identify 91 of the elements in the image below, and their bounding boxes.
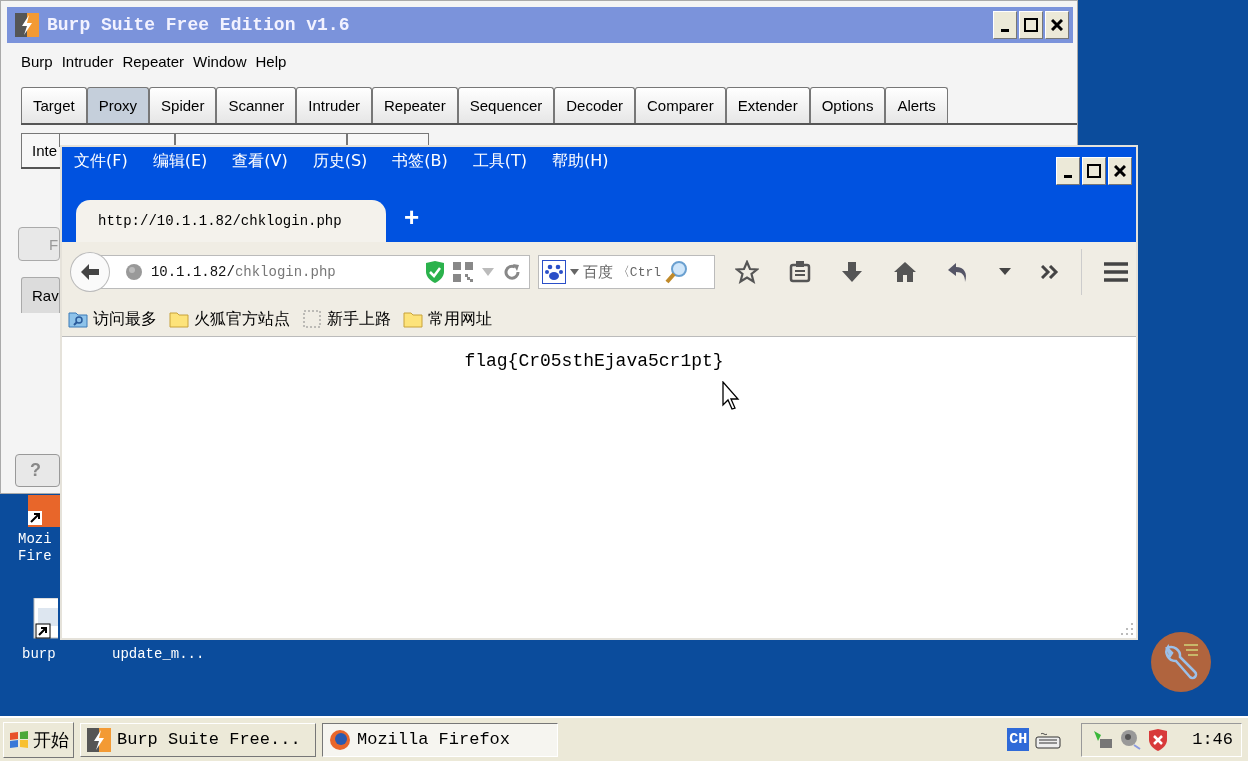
windows-logo-icon xyxy=(8,729,30,750)
network-icon[interactable] xyxy=(1092,728,1115,751)
menu-item[interactable]: 书签(B) xyxy=(392,151,448,172)
chevrons-icon[interactable] xyxy=(1041,265,1059,279)
menu-item[interactable]: Repeater xyxy=(122,53,185,79)
url-text: 10.1.1.82/chklogin.php xyxy=(150,264,336,280)
subtab[interactable]: Inte xyxy=(21,133,59,167)
tab[interactable]: Spider xyxy=(149,87,217,123)
paw-icon[interactable] xyxy=(541,260,566,284)
reading-list-icon[interactable] xyxy=(789,261,811,283)
speaker-icon[interactable] xyxy=(1120,728,1143,751)
folder-icon xyxy=(169,310,189,328)
page-text: flag{Cr05sthEjava5cr1pt} xyxy=(464,351,724,373)
bookmark[interactable]: 访问最多 xyxy=(68,308,157,330)
dropdown-icon[interactable] xyxy=(999,268,1011,276)
bookmark[interactable]: 新手上路 xyxy=(302,308,391,330)
shield-icon[interactable] xyxy=(1148,728,1169,751)
taskbar-button[interactable]: Burp Suite Free... xyxy=(80,722,316,757)
tab[interactable]: Decoder xyxy=(554,87,635,123)
search-folder-icon xyxy=(68,310,88,328)
tab[interactable]: Intruder xyxy=(296,87,372,123)
shield-icon xyxy=(424,261,445,283)
new-tab-button[interactable]: + xyxy=(398,201,426,234)
clock: 1:46 xyxy=(1192,730,1233,749)
desktop-icon-label[interactable]: burp xyxy=(22,646,56,663)
close-button[interactable] xyxy=(1045,11,1069,39)
menu-item[interactable]: 历史(S) xyxy=(312,151,368,172)
tab[interactable]: Proxy xyxy=(86,87,150,123)
menu-item[interactable]: Window xyxy=(193,53,247,79)
wrench-icon[interactable] xyxy=(1150,631,1212,693)
search-field[interactable]: 百度 〈Ctrl xyxy=(537,255,715,289)
tab[interactable]: Alerts xyxy=(885,87,948,123)
lightning-logo-icon xyxy=(15,13,39,37)
search-placeholder: 〈Ctrl xyxy=(616,264,662,281)
minimize-button[interactable] xyxy=(1056,157,1080,185)
download-icon[interactable] xyxy=(841,261,863,283)
back-arrow-icon xyxy=(79,263,100,281)
tab[interactable]: Scanner xyxy=(216,87,297,123)
menu-item[interactable]: Intruder xyxy=(61,53,114,79)
star-icon[interactable] xyxy=(735,260,759,284)
round-logo-icon xyxy=(329,728,351,751)
tab[interactable]: Options xyxy=(809,87,886,123)
globe-icon xyxy=(124,263,143,281)
minimize-icon xyxy=(1064,174,1072,178)
menu-item[interactable]: 帮助(H) xyxy=(552,151,609,172)
mouse-pointer-icon xyxy=(722,381,742,411)
close-button[interactable] xyxy=(1108,157,1132,185)
search-engine-name: 百度 xyxy=(582,262,613,282)
window-title: Burp Suite Free Edition v1.6 xyxy=(47,15,350,35)
desktop-icon-label[interactable]: Mozi xyxy=(18,531,52,548)
qr-code-icon[interactable] xyxy=(452,262,473,282)
dropdown-icon[interactable] xyxy=(569,269,579,275)
browser-tab[interactable]: http://10.1.1.82/chklogin.php xyxy=(76,200,386,242)
message-tab[interactable]: Rav xyxy=(21,277,60,313)
maximize-button[interactable] xyxy=(1019,11,1043,39)
tab[interactable]: Comparer xyxy=(634,87,726,123)
back-button[interactable] xyxy=(70,252,110,292)
bookmark[interactable]: 常用网址 xyxy=(403,308,492,330)
close-icon xyxy=(1051,19,1063,31)
tab[interactable]: Sequencer xyxy=(457,87,555,123)
maximize-icon xyxy=(1087,164,1101,178)
reload-icon[interactable] xyxy=(502,263,521,281)
resize-grip-icon[interactable] xyxy=(1120,622,1134,636)
home-icon[interactable] xyxy=(893,261,917,283)
tab[interactable]: Extender xyxy=(725,87,810,123)
desktop-icon-label[interactable]: update_m... xyxy=(112,646,205,663)
lightning-logo-icon xyxy=(87,727,111,752)
menu-icon[interactable] xyxy=(1104,262,1128,282)
folder-icon xyxy=(403,310,423,328)
language-indicator[interactable]: CH xyxy=(1007,728,1030,751)
maximize-button[interactable] xyxy=(1082,157,1106,185)
address-bar[interactable]: 10.1.1.82/chklogin.php xyxy=(99,255,530,289)
close-icon xyxy=(1114,165,1126,177)
taskbar-button[interactable]: Mozilla Firefox xyxy=(322,722,558,757)
menu-item[interactable]: 工具(T) xyxy=(472,151,528,172)
minimize-icon xyxy=(1001,28,1009,32)
minimize-button[interactable] xyxy=(993,11,1017,39)
tab[interactable]: Target xyxy=(21,87,87,123)
start-button[interactable]: 开始 xyxy=(3,721,74,758)
menu-item[interactable]: 查看(V) xyxy=(232,151,288,172)
bookmark[interactable]: 火狐官方站点 xyxy=(169,308,290,330)
dashed-page-icon xyxy=(302,310,322,328)
menu-item[interactable]: Burp xyxy=(21,53,53,79)
menu-item[interactable]: 文件(F) xyxy=(74,151,128,172)
tab[interactable]: Repeater xyxy=(372,87,458,123)
keyboard-icon[interactable] xyxy=(1035,730,1062,749)
menu-item[interactable]: 编辑(E) xyxy=(152,151,208,172)
menu-item[interactable]: Help xyxy=(255,53,287,79)
desktop-icon-label[interactable]: Fire xyxy=(18,548,52,565)
maximize-icon xyxy=(1024,18,1038,32)
search-icon[interactable] xyxy=(665,260,690,284)
